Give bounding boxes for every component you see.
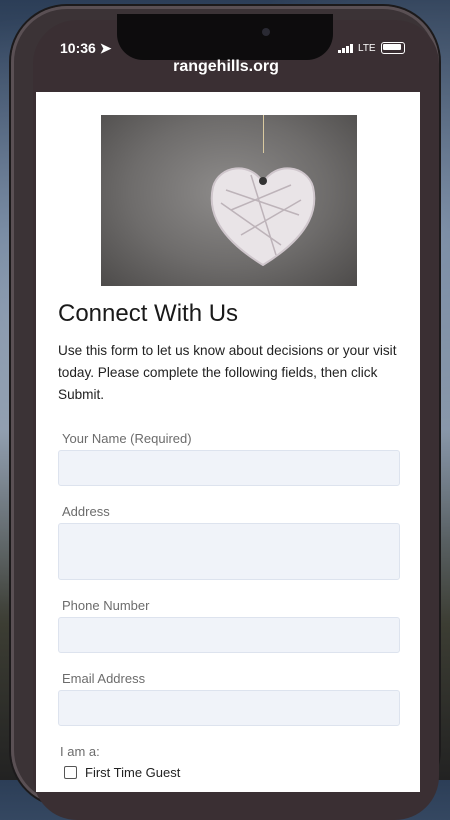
heart-image xyxy=(101,115,357,286)
i-am-label: I am a: xyxy=(60,744,100,759)
signal-icon xyxy=(338,43,353,53)
heart-icon xyxy=(210,167,316,267)
web-page: Connect With Us Use this form to let us … xyxy=(36,92,420,792)
first-time-guest-checkbox[interactable] xyxy=(64,766,77,779)
email-field[interactable] xyxy=(58,690,400,726)
first-time-guest-label: First Time Guest xyxy=(85,765,181,780)
battery-icon xyxy=(380,42,405,54)
intro-text: Use this form to let us know about decis… xyxy=(58,343,397,402)
address-bar[interactable]: rangehills.org xyxy=(36,58,416,76)
name-label: Your Name (Required) xyxy=(62,431,192,446)
phone-field[interactable] xyxy=(58,617,400,653)
camera-icon xyxy=(262,28,270,36)
page-title: Connect With Us xyxy=(58,300,239,327)
email-label: Email Address xyxy=(62,671,146,686)
name-field[interactable] xyxy=(58,450,400,486)
location-arrow-icon: ➤ xyxy=(99,40,112,56)
option-first-time-guest[interactable]: First Time Guest xyxy=(64,765,180,780)
status-indicators: LTE xyxy=(338,42,405,54)
phone-label: Phone Number xyxy=(62,598,150,613)
status-time: 10:36 ➤ xyxy=(60,40,112,56)
address-label: Address xyxy=(62,504,110,519)
phone-notch xyxy=(117,14,333,60)
address-field[interactable] xyxy=(58,523,400,580)
network-label: LTE xyxy=(358,42,376,54)
